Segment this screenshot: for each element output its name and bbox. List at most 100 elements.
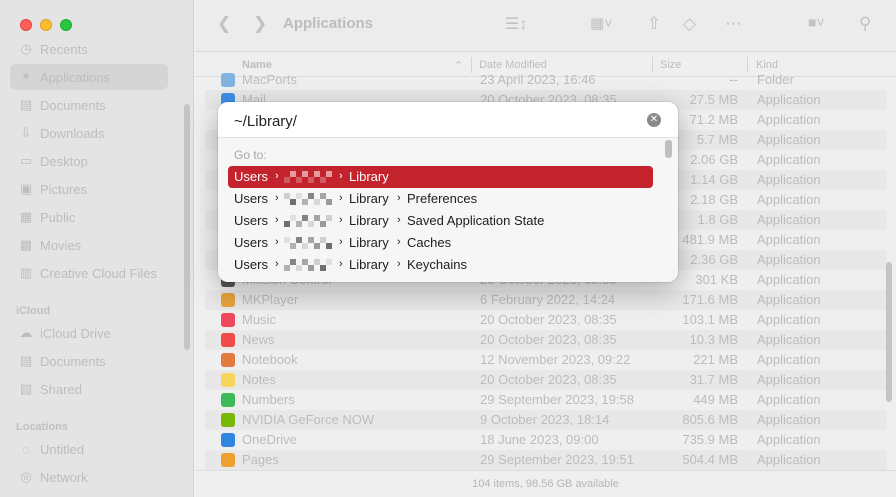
back-icon[interactable]: ❮ (217, 14, 231, 34)
extension-icon[interactable]: ■˅ (808, 14, 825, 30)
table-row[interactable]: Notebook 12 November 2023, 09:22 221 MB App… (205, 350, 887, 370)
suggestion-root: Users (234, 213, 268, 228)
path-suggestion[interactable]: Users › › Library › Keychains (228, 254, 653, 276)
file-kind: Application (757, 412, 821, 427)
path-suggestion[interactable]: Users › › Library (228, 166, 653, 188)
file-size: -- (729, 72, 738, 87)
suggestion-part: Library (349, 213, 389, 228)
status-bar: 104 items, 98.56 GB available (195, 470, 896, 497)
table-row[interactable]: Pages 29 September 2023, 19:51 504.4 MB App… (205, 450, 887, 470)
sidebar-item[interactable]: ▥ Creative Cloud Files (10, 260, 168, 286)
sidebar-item[interactable]: ▣ Pictures (10, 176, 168, 202)
chevron-right-icon: › (339, 192, 343, 204)
more-actions-icon[interactable]: ⋯ (725, 14, 742, 34)
chevron-right-icon: › (275, 170, 279, 182)
public-icon: ▦ (19, 209, 33, 224)
share-icon[interactable]: ⇧ (647, 14, 661, 34)
file-kind: Application (757, 152, 821, 167)
file-size: 1.8 GB (697, 212, 738, 227)
app-icon (221, 353, 235, 367)
table-row[interactable]: Music 20 October 2023, 08:35 103.1 MB Appli… (205, 310, 887, 330)
sidebar-item-label: Recents (40, 41, 88, 57)
sidebar-item[interactable]: ⇩ Downloads (10, 120, 168, 146)
sidebar-item-label: iCloud Drive (40, 325, 111, 341)
suggestions-scrollbar[interactable] (665, 140, 672, 158)
sidebar-item-label: Pictures (40, 181, 87, 197)
file-name: OneDrive (242, 432, 297, 447)
chevron-right-icon: › (339, 258, 343, 270)
suggestion-part: Library (349, 257, 389, 272)
group-icon[interactable]: ▦˅ (590, 14, 613, 32)
sidebar-item[interactable]: ▩ Movies (10, 232, 168, 258)
file-kind: Application (757, 392, 821, 407)
file-kind: Application (757, 172, 821, 187)
file-name: Notebook (242, 352, 298, 367)
applications-icon: ✶ (20, 69, 32, 84)
file-date: 23 April 2023, 16:46 (480, 72, 596, 87)
redacted-username (284, 193, 332, 205)
path-suggestion[interactable]: Users › › Library › Caches (228, 232, 653, 254)
table-row[interactable]: OneDrive 18 June 2023, 09:00 735.9 MB Appli… (205, 430, 887, 450)
download-icon: ⇩ (20, 125, 32, 140)
sidebar-item[interactable]: ☁ iCloud Drive (10, 320, 168, 346)
file-size: 301 KB (695, 272, 738, 287)
file-kind: Application (757, 292, 821, 307)
table-row[interactable]: MacPorts 23 April 2023, 16:46 -- Folder (205, 70, 887, 90)
app-icon (221, 293, 235, 307)
tag-icon[interactable]: ◇ (683, 14, 696, 34)
list-view-icon[interactable]: ☰↕ (505, 14, 527, 34)
sidebar-item[interactable]: ▧ Shared (10, 376, 168, 402)
file-kind: Application (757, 112, 821, 127)
file-list-scrollbar[interactable] (886, 262, 892, 402)
file-name: NVIDIA GeForce NOW (242, 412, 375, 427)
sidebar-scrollbar[interactable] (184, 104, 190, 350)
file-date: 29 September 2023, 19:58 (480, 392, 634, 407)
desktop-icon: ▭ (19, 153, 33, 168)
path-suggestion[interactable]: Users › › Library › Preferences (228, 188, 653, 210)
file-size: 735.9 MB (682, 432, 738, 447)
table-row[interactable]: Notes 20 October 2023, 08:35 31.7 MB Applic… (205, 370, 887, 390)
app-icon (221, 313, 235, 327)
file-name: Numbers (242, 392, 295, 407)
sidebar-item[interactable]: ✶ Applications (10, 64, 168, 90)
table-row[interactable]: MKPlayer 6 February 2022, 14:24 171.6 MB Ap… (205, 290, 887, 310)
file-kind: Folder (757, 72, 794, 87)
file-date: 20 October 2023, 08:35 (480, 312, 617, 327)
app-icon (221, 333, 235, 347)
shared-folder-icon: ▧ (19, 381, 33, 396)
chevron-right-icon: › (397, 192, 401, 204)
app-icon (221, 433, 235, 447)
clear-icon[interactable]: ✕ (647, 113, 661, 127)
file-size: 2.18 GB (690, 192, 738, 207)
table-row[interactable]: NVIDIA GeForce NOW 9 October 2023, 18:14 8… (205, 410, 887, 430)
movies-icon: ▩ (19, 237, 33, 252)
table-row[interactable]: News 20 October 2023, 08:35 10.3 MB Applica… (205, 330, 887, 350)
sidebar-item[interactable]: ▭ Desktop (10, 148, 168, 174)
suggestion-root: Users (234, 257, 268, 272)
chevron-right-icon: › (275, 192, 279, 204)
sidebar-item[interactable]: ◎ Network (10, 464, 168, 490)
close-window-button[interactable] (20, 19, 32, 31)
file-name: MacPorts (242, 72, 297, 87)
goto-label: Go to: (234, 148, 267, 162)
minimize-window-button[interactable] (40, 19, 52, 31)
forward-icon[interactable]: ❯ (253, 14, 267, 34)
file-kind: Application (757, 232, 821, 247)
document-icon: ▤ (19, 353, 33, 368)
sidebar-item[interactable]: ▦ Public (10, 204, 168, 230)
suggestion-part: Library (349, 235, 389, 250)
sidebar-item[interactable]: ▤ Documents (10, 92, 168, 118)
suggestion-root: Users (234, 191, 268, 206)
table-row[interactable]: Numbers 29 September 2023, 19:58 449 MB App… (205, 390, 887, 410)
file-size: 221 MB (693, 352, 738, 367)
path-input[interactable] (234, 110, 634, 132)
sidebar-item[interactable]: ◌ Untitled (10, 436, 168, 462)
zoom-window-button[interactable] (60, 19, 72, 31)
sidebar-item[interactable]: ◷ Recents (10, 36, 168, 62)
file-kind: Application (757, 212, 821, 227)
sidebar-item[interactable]: ▤ Documents (10, 348, 168, 374)
search-icon[interactable]: ⚲ (859, 14, 871, 34)
file-name: Pages (242, 452, 279, 467)
path-suggestion[interactable]: Users › › Library › Saved Application State (228, 210, 653, 232)
sidebar-item-label: Applications (40, 69, 111, 85)
